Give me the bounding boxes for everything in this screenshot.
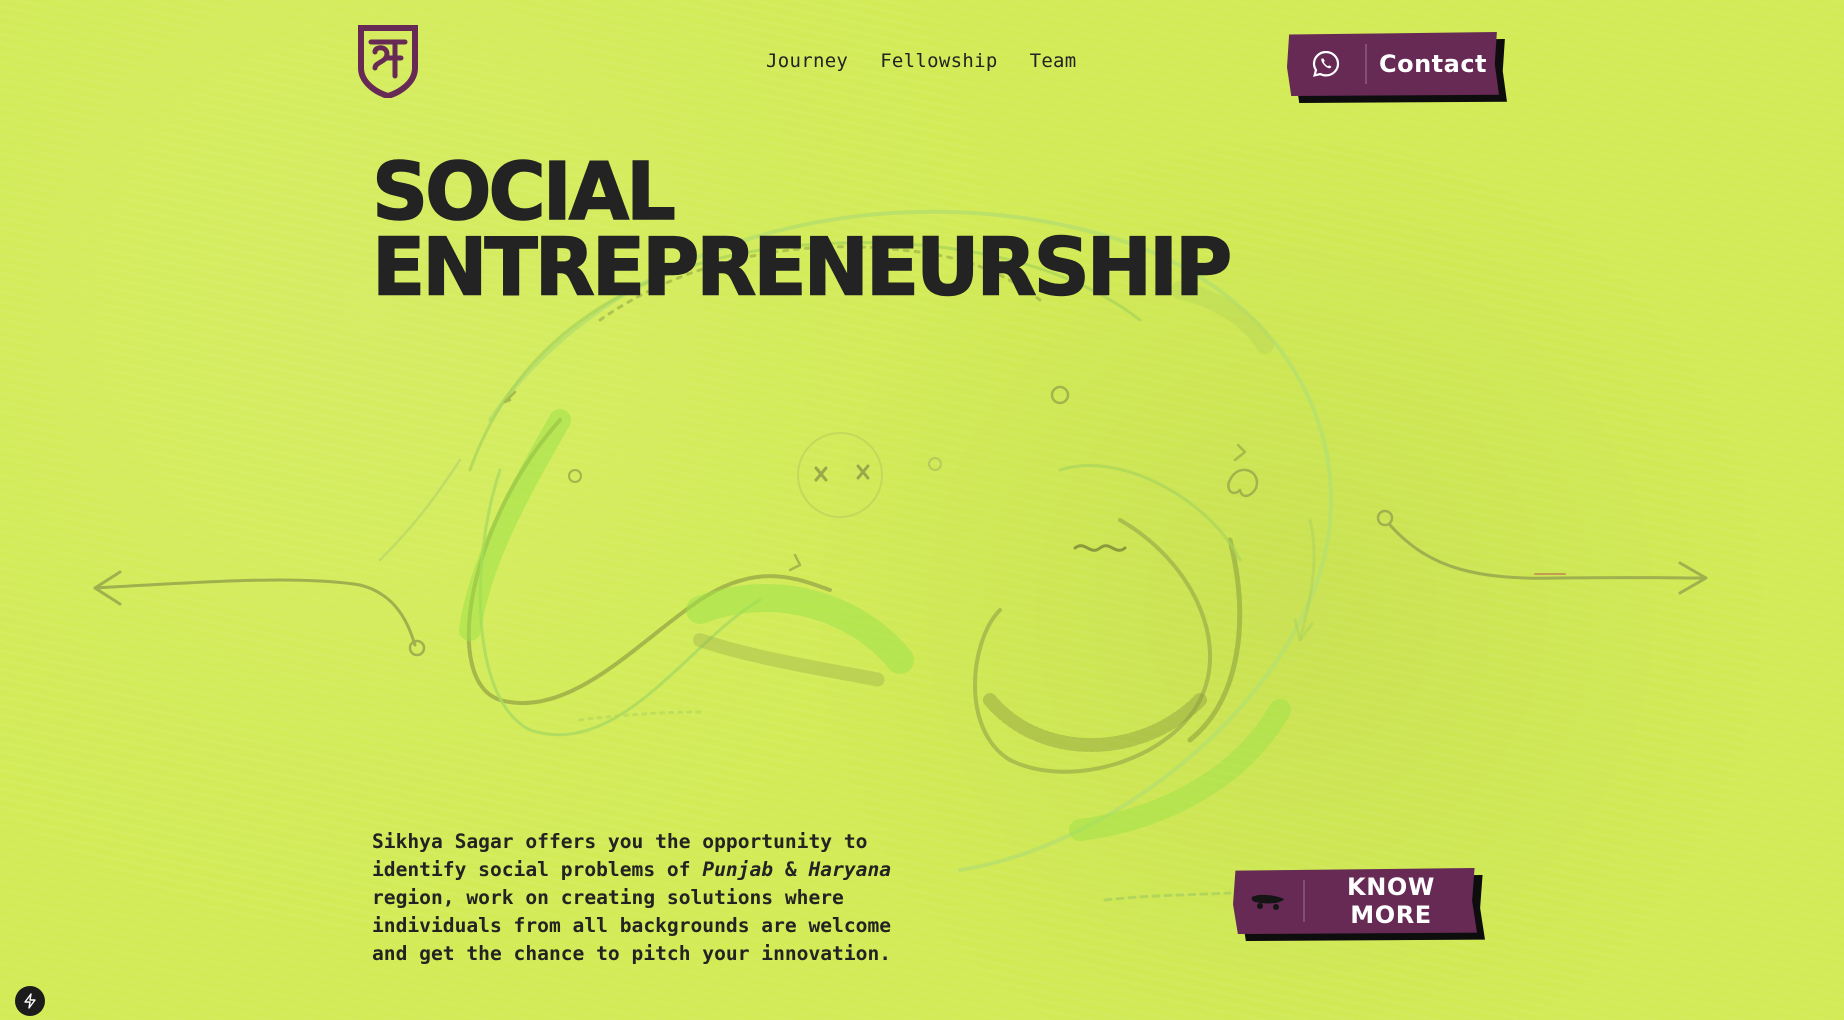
- place-punjab: Punjab: [702, 858, 774, 881]
- contact-button-label: Contact: [1378, 50, 1488, 78]
- nav-item-team[interactable]: Team: [1030, 50, 1077, 72]
- nav-item-fellowship[interactable]: Fellowship: [880, 50, 997, 72]
- nav-item-journey[interactable]: Journey: [766, 50, 848, 72]
- skateboard-icon: [1233, 889, 1303, 913]
- place-haryana: Haryana: [808, 858, 892, 881]
- hero-description-text-2: region, work on creating solutions where…: [372, 886, 892, 965]
- hero-description-amp: &: [773, 858, 809, 881]
- main-nav: Journey Fellowship Team: [766, 50, 1077, 72]
- contact-button[interactable]: Contact: [1287, 32, 1507, 103]
- hero-title: SOCIAL ENTREPRENEURSHIP: [371, 146, 1233, 314]
- hero-title-line1: SOCIAL: [371, 146, 676, 239]
- hero-title-line2: ENTREPRENEURSHIP: [371, 221, 1233, 314]
- brand-logo[interactable]: [357, 24, 419, 100]
- lightning-bolt-icon[interactable]: [15, 986, 45, 1016]
- hero-description: Sikhya Sagar offers you the opportunity …: [372, 828, 932, 968]
- know-more-button-label: KNOW MORE: [1347, 873, 1435, 929]
- know-more-button[interactable]: KNOW MORE: [1233, 868, 1485, 941]
- sikhya-sagar-shield-logo-icon: [358, 25, 418, 100]
- whatsapp-icon: [1287, 49, 1365, 79]
